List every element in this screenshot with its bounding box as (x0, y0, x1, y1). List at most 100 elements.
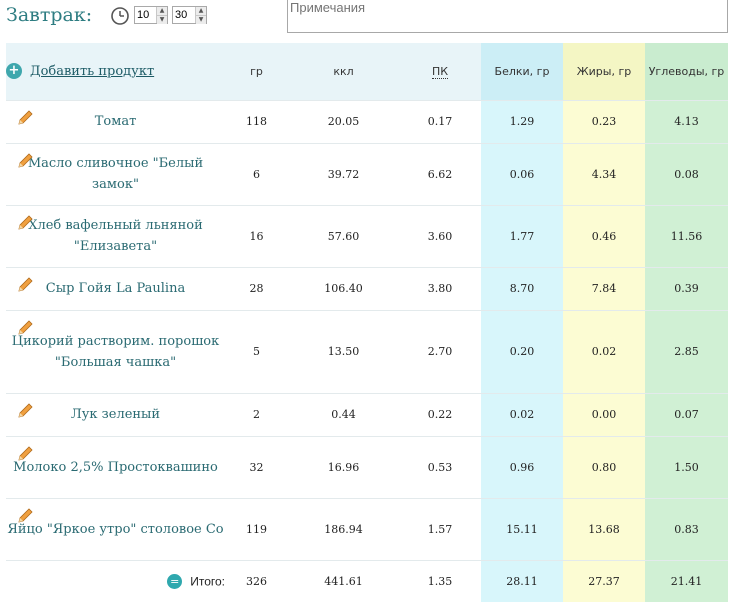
arrow-up-icon[interactable]: ▲ (196, 7, 206, 15)
total-grams: 326 (246, 574, 267, 588)
table-row: Масло сливочное "Белый замок" 6 39.72 6.… (6, 143, 728, 206)
total-label-cell: = Итого: (6, 560, 225, 602)
fat-cell: 0.23 (563, 100, 645, 144)
header-protein: Белки, гр (481, 43, 563, 101)
product-cell: Томат (6, 100, 225, 144)
grams-cell: 2 (225, 393, 288, 437)
fat-cell: 0.02 (563, 310, 645, 394)
table-header-row: + Добавить продукт гр ккл ПК Белки, гр Ж… (6, 43, 728, 101)
kcal-cell: 39.72 (288, 143, 399, 206)
kcal-cell: 20.05 (288, 100, 399, 144)
protein-cell: 0.06 (481, 143, 563, 206)
product-cell: Хлеб вафельный льняной "Елизавета" (6, 205, 225, 268)
grams-cell: 28 (225, 267, 288, 311)
fat-cell: 7.84 (563, 267, 645, 311)
fat-cell: 0.80 (563, 436, 645, 499)
carbs-cell: 0.39 (645, 267, 728, 311)
table-row: Лук зеленый 2 0.44 0.22 0.02 0.00 0.07 (6, 393, 728, 437)
total-pk: 1.35 (427, 574, 453, 588)
pencil-icon[interactable] (16, 276, 34, 294)
header-pk: ПК (399, 43, 481, 101)
kcal-cell: 186.94 (288, 498, 399, 561)
pk-cell: 1.57 (399, 498, 481, 561)
carbs-cell: 0.07 (645, 393, 728, 437)
carbs-cell: 0.83 (645, 498, 728, 561)
protein-cell: 0.96 (481, 436, 563, 499)
add-product-cell: + Добавить продукт (6, 43, 225, 101)
product-cell: Масло сливочное "Белый замок" (6, 143, 225, 206)
pencil-icon[interactable] (16, 109, 34, 127)
product-name[interactable]: Цикорий растворим. порошок "Большая чашк… (12, 334, 219, 370)
grams-cell: 118 (225, 100, 288, 144)
product-cell: Сыр Гойя La Paulina (6, 267, 225, 311)
clock-icon (111, 7, 129, 25)
fat-cell: 4.34 (563, 143, 645, 206)
kcal-cell: 106.40 (288, 267, 399, 311)
pencil-icon[interactable] (16, 402, 34, 420)
protein-cell: 0.02 (481, 393, 563, 437)
arrow-down-icon[interactable]: ▼ (196, 15, 206, 24)
header-kcal: ккл (288, 43, 399, 101)
fat-cell: 13.68 (563, 498, 645, 561)
pencil-icon[interactable] (16, 507, 34, 525)
table-row: Хлеб вафельный льняной "Елизавета" 16 57… (6, 205, 728, 268)
product-name[interactable]: Лук зеленый (71, 407, 160, 422)
table-row: Цикорий растворим. порошок "Большая чашк… (6, 310, 728, 394)
product-cell: Яйцо "Яркое утро" столовое Со (6, 498, 225, 561)
meal-table: + Добавить продукт гр ккл ПК Белки, гр Ж… (6, 43, 728, 602)
product-name[interactable]: Масло сливочное "Белый замок" (28, 156, 203, 192)
pk-cell: 0.17 (399, 100, 481, 144)
pencil-icon[interactable] (16, 319, 34, 337)
pencil-icon[interactable] (16, 445, 34, 463)
grams-cell: 16 (225, 205, 288, 268)
header-grams: гр (225, 43, 288, 101)
table-row: Томат 118 20.05 0.17 1.29 0.23 4.13 (6, 100, 728, 144)
pk-cell: 0.22 (399, 393, 481, 437)
arrow-up-icon[interactable]: ▲ (157, 7, 167, 15)
carbs-cell: 4.13 (645, 100, 728, 144)
pk-cell: 0.53 (399, 436, 481, 499)
total-kcal: 441.61 (324, 574, 363, 588)
grams-cell: 6 (225, 143, 288, 206)
fat-cell: 0.46 (563, 205, 645, 268)
protein-cell: 1.77 (481, 205, 563, 268)
protein-cell: 15.11 (481, 498, 563, 561)
carbs-cell: 2.85 (645, 310, 728, 394)
pencil-icon[interactable] (16, 152, 34, 170)
equals-icon: = (167, 573, 183, 589)
protein-cell: 0.20 (481, 310, 563, 394)
product-name[interactable]: Хлеб вафельный льняной "Елизавета" (28, 218, 203, 254)
pk-cell: 2.70 (399, 310, 481, 394)
pencil-icon[interactable] (16, 214, 34, 232)
total-protein: 28.11 (481, 560, 563, 602)
header-carbs: Углеводы, гр (645, 43, 728, 101)
total-fat: 27.37 (563, 560, 645, 602)
fat-cell: 0.00 (563, 393, 645, 437)
add-product-link[interactable]: Добавить продукт (30, 64, 154, 79)
table-row: Сыр Гойя La Paulina 28 106.40 3.80 8.70 … (6, 267, 728, 311)
minutes-value[interactable]: 30 (173, 9, 195, 21)
product-name[interactable]: Сыр Гойя La Paulina (46, 281, 185, 296)
hours-value[interactable]: 10 (135, 9, 156, 21)
header-fat: Жиры, гр (563, 43, 645, 101)
carbs-cell: 11.56 (645, 205, 728, 268)
header-pk-label: ПК (431, 64, 449, 79)
grams-cell: 32 (225, 436, 288, 499)
arrow-down-icon[interactable]: ▼ (157, 15, 167, 24)
hours-stepper[interactable]: 10 ▲ ▼ (134, 6, 168, 24)
product-name[interactable]: Молоко 2,5% Простоквашино (13, 460, 218, 475)
pk-cell: 3.80 (399, 267, 481, 311)
minutes-stepper[interactable]: 30 ▲ ▼ (172, 6, 207, 24)
kcal-cell: 13.50 (288, 310, 399, 394)
total-label: Итого: (190, 574, 225, 589)
grams-cell: 119 (225, 498, 288, 561)
product-cell: Лук зеленый (6, 393, 225, 437)
total-carbs: 21.41 (645, 560, 728, 602)
plus-icon[interactable]: + (6, 63, 22, 80)
product-name[interactable]: Томат (95, 114, 137, 129)
carbs-cell: 1.50 (645, 436, 728, 499)
notes-field[interactable] (287, 0, 728, 33)
product-name[interactable]: Яйцо "Яркое утро" столовое Со (7, 522, 223, 537)
kcal-cell: 0.44 (288, 393, 399, 437)
pk-cell: 6.62 (399, 143, 481, 206)
